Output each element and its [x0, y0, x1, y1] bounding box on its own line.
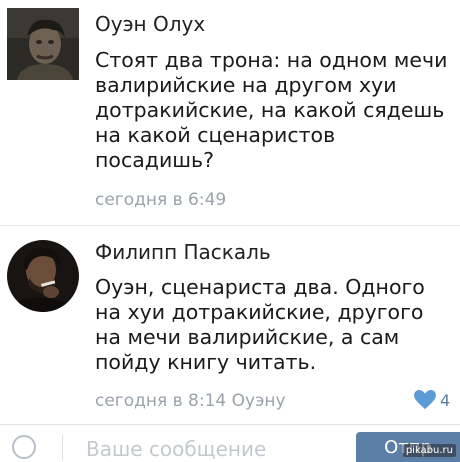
- comment-text: Оуэн, сценариста два. Одного на хуи дотр…: [95, 275, 455, 375]
- comment-line: пойду книгу читать.: [95, 350, 317, 374]
- comment-line: дотракийские, на какой сядешь: [95, 98, 445, 122]
- message-input[interactable]: [86, 437, 336, 461]
- divider: [0, 225, 460, 226]
- comment-text: Стоят два трона: на одном мечи валирийск…: [95, 48, 455, 173]
- divider: [62, 435, 63, 460]
- like-button[interactable]: 4: [414, 389, 450, 411]
- comment-timestamp: сегодня в 8:14 Оуэну: [95, 391, 286, 411]
- avatar[interactable]: [7, 240, 79, 312]
- comment-timestamp: сегодня в 6:49: [95, 190, 227, 210]
- comment-line: на хуи дотракийские, другого: [95, 300, 424, 324]
- heart-icon: [414, 390, 436, 410]
- watermark: pikabu.ru: [402, 444, 456, 457]
- message-composer: Отпр: [0, 424, 460, 462]
- comment-line: посадишь?: [95, 148, 214, 172]
- comment-line: на мечи валирийские, а сам: [95, 325, 400, 349]
- comment-author[interactable]: Оуэн Олух: [95, 12, 205, 36]
- smile-icon[interactable]: [12, 435, 36, 459]
- comment-author[interactable]: Филипп Паскаль: [95, 240, 271, 264]
- comment-line: Стоят два трона: на одном мечи: [95, 48, 448, 72]
- like-count: 4: [440, 390, 451, 410]
- comment-line: Оуэн, сценариста два. Одного: [95, 275, 425, 299]
- avatar[interactable]: [7, 8, 79, 80]
- comment-line: валирийские на другом хуи: [95, 73, 397, 97]
- comment-line: на какой сценаристов: [95, 123, 336, 147]
